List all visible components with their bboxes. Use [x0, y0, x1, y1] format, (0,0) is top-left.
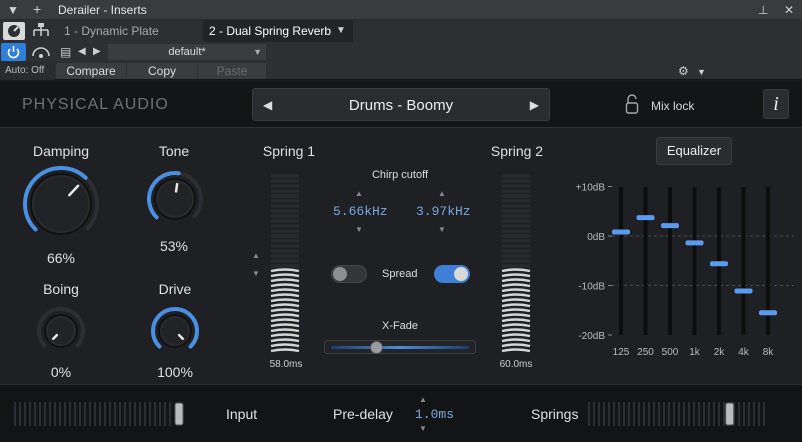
predelay-value[interactable]: 1.0ms: [415, 407, 454, 422]
insert-edit-icon[interactable]: [3, 22, 25, 40]
eq-band-handle[interactable]: [612, 229, 630, 235]
eq-db-label: -20dB: [578, 331, 605, 342]
eq-freq-label: 250: [637, 347, 654, 358]
settings-dropdown-icon[interactable]: ▼: [697, 66, 706, 78]
host-preset-select[interactable]: default* ▼: [108, 44, 266, 60]
eq-freq-label: 125: [613, 347, 630, 358]
tab-dynamic-plate-reverb[interactable]: 1 - Dynamic Plate Reverb: [58, 20, 202, 60]
damping-value: 66%: [46, 250, 76, 266]
add-insert-icon[interactable]: +: [33, 2, 41, 16]
spring2-coil[interactable]: [499, 174, 533, 354]
window-title: Derailer - Inserts: [58, 3, 147, 17]
compare-button[interactable]: Compare: [56, 63, 126, 79]
xfade-thumb[interactable]: [370, 341, 384, 354]
springs-slider[interactable]: [588, 402, 788, 426]
eq-band-handle[interactable]: [759, 310, 777, 316]
mix-lock-label: Mix lock: [651, 99, 695, 113]
tab-dual-spring-reverb[interactable]: 2 - Dual Spring Reverb: [203, 20, 353, 42]
eq-db-label: 0dB: [587, 232, 605, 243]
damping-knob[interactable]: [22, 165, 100, 243]
spring1-coil[interactable]: [268, 174, 302, 354]
spread-toggle-left[interactable]: [331, 265, 367, 283]
damping-label: Damping: [32, 143, 90, 159]
chirp2-value[interactable]: 3.97kHz: [416, 204, 471, 219]
spring2-label: Spring 2: [490, 143, 544, 159]
chevron-down-icon: ▼: [253, 47, 262, 57]
spread-label: Spread: [382, 268, 418, 280]
slider-thumb[interactable]: [725, 402, 735, 426]
tab-dropdown-icon[interactable]: ▼: [336, 25, 346, 37]
chirp2-down-icon[interactable]: ▼: [438, 225, 446, 234]
menu-dropdown-icon[interactable]: ▼: [7, 4, 19, 16]
preset-save-icon[interactable]: ▤: [60, 46, 71, 58]
drive-value: 100%: [157, 364, 193, 380]
window-titlebar: ▼ + Derailer - Inserts ⊥ ✕: [0, 0, 802, 20]
boing-label: Boing: [43, 281, 79, 297]
power-button[interactable]: [1, 43, 26, 61]
eq-band-handle[interactable]: [636, 215, 655, 221]
tone-value: 53%: [159, 238, 189, 254]
xfade-slider[interactable]: [324, 340, 476, 354]
next-preset-arrow-icon[interactable]: ▶: [530, 98, 539, 112]
equalizer-button[interactable]: Equalizer: [656, 137, 732, 165]
predelay-label: Pre-delay: [333, 406, 393, 422]
chirp2-up-icon[interactable]: ▲: [438, 189, 446, 198]
predelay-down-icon[interactable]: ▼: [419, 424, 427, 433]
spring-up-arrow-icon[interactable]: ▲: [252, 251, 260, 260]
chirp-cutoff-label: Chirp cutoff: [371, 169, 429, 181]
tone-label: Tone: [158, 143, 190, 159]
input-label: Input: [226, 406, 258, 422]
boing-knob[interactable]: [36, 306, 86, 356]
eq-freq-label: 500: [662, 347, 679, 358]
xfade-label: X-Fade: [381, 320, 419, 332]
tone-knob[interactable]: [146, 170, 204, 228]
chirp1-value[interactable]: 5.66kHz: [333, 204, 388, 219]
drive-knob[interactable]: [150, 306, 200, 356]
eq-freq-label: 2k: [714, 347, 726, 358]
preset-selector[interactable]: ◀ Drums - Boomy ▶: [252, 88, 550, 121]
insert-tabs: 1 - Dynamic Plate Reverb 2 - Dual Spring…: [0, 20, 802, 60]
info-button[interactable]: i: [763, 89, 789, 119]
gear-icon[interactable]: ⚙: [678, 65, 689, 77]
compare-copy-row: Compare Copy Paste ⚙ ▼: [0, 62, 802, 80]
spring2-time: 60.0ms: [499, 359, 533, 370]
spring1-label: Spring 1: [262, 143, 316, 159]
springs-label: Springs: [531, 406, 579, 422]
spring1-time: 58.0ms: [269, 359, 303, 370]
eq-band-handle[interactable]: [734, 288, 753, 294]
spread-toggle-right[interactable]: [434, 265, 470, 283]
automation-icon[interactable]: [29, 43, 53, 61]
chirp1-up-icon[interactable]: ▲: [355, 189, 363, 198]
lock-icon[interactable]: [625, 93, 639, 115]
input-slider[interactable]: [14, 402, 194, 426]
chirp1-down-icon[interactable]: ▼: [355, 225, 363, 234]
routing-icon[interactable]: [30, 22, 52, 40]
eq-freq-label: 1k: [689, 347, 701, 358]
slider-thumb[interactable]: [174, 402, 184, 426]
eq-freq-label: 4k: [738, 347, 750, 358]
close-icon[interactable]: ✕: [784, 4, 794, 16]
eq-db-label: -10dB: [578, 282, 605, 293]
drive-label: Drive: [158, 281, 192, 297]
next-preset-icon[interactable]: ▶: [93, 46, 101, 58]
eq-db-label: +10dB: [576, 183, 606, 194]
auto-mode-label[interactable]: Auto: Off: [0, 62, 55, 80]
equalizer-graph[interactable]: +10dB 0dB -10dB -20dB 125 250 500 1k 2k 4k 8k: [566, 176, 796, 360]
eq-band-handle[interactable]: [685, 240, 704, 246]
eq-band-handle[interactable]: [710, 261, 728, 267]
pin-icon[interactable]: ⊥: [758, 4, 768, 16]
eq-band-handle[interactable]: [661, 223, 679, 229]
previous-preset-icon[interactable]: ◀: [78, 46, 86, 58]
copy-button[interactable]: Copy: [127, 63, 197, 79]
spring-down-arrow-icon[interactable]: ▼: [252, 269, 260, 278]
predelay-up-icon[interactable]: ▲: [419, 395, 427, 404]
preset-name: Drums - Boomy: [348, 97, 454, 114]
brand-logo: PHYSICAL AUDIO: [22, 96, 169, 113]
eq-freq-label: 8k: [763, 347, 775, 358]
boing-value: 0%: [50, 364, 72, 380]
host-preset-value: default*: [168, 46, 206, 58]
paste-button[interactable]: Paste: [198, 63, 266, 79]
